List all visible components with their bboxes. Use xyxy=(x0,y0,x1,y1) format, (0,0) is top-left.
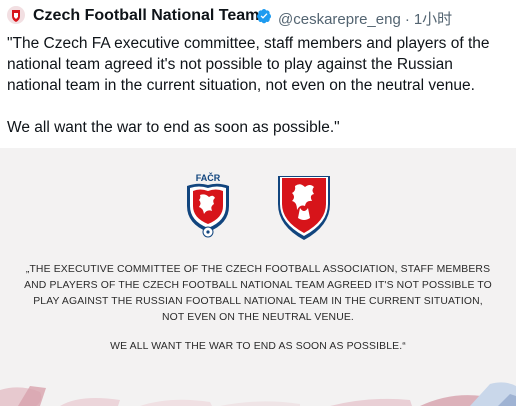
handle-and-time: @ceskarepre_eng · 1小时 xyxy=(278,8,452,29)
facr-logo-text: FAČR xyxy=(196,172,221,183)
statement-closing: WE ALL WANT THE WAR TO END AS SOON AS PO… xyxy=(110,341,406,352)
handle[interactable]: @ceskarepre_eng xyxy=(278,11,401,28)
timestamp[interactable]: 1小时 xyxy=(414,11,452,28)
tweet-text: "The Czech FA executive committee, staff… xyxy=(7,33,507,138)
tweet-text-paragraph: We all want the war to end as soon as po… xyxy=(7,119,340,136)
verified-badge-icon xyxy=(257,9,271,24)
national-team-crest-icon xyxy=(278,176,330,240)
lion-crest-icon xyxy=(12,10,20,22)
statement-line: NOT EVEN ON THE NEUTRAL VENUE. xyxy=(162,312,354,323)
avatar[interactable] xyxy=(7,6,25,24)
statement-line: AND PLAYERS OF THE CZECH FOOTBALL NATION… xyxy=(24,280,492,291)
decorative-brush-strokes xyxy=(0,382,516,406)
display-name[interactable]: Czech Football National Team xyxy=(33,7,259,25)
separator: · xyxy=(404,11,410,28)
statement-line: PLAY AGAINST THE RUSSIAN FOOTBALL NATION… xyxy=(33,296,483,307)
tweet-header: Czech Football National Team @ceskarepre… xyxy=(0,0,516,30)
statement-line: „THE EXECUTIVE COMMITTEE OF THE CZECH FO… xyxy=(25,264,491,275)
tweet-media-image[interactable]: FAČR „THE EXECUTIVE COMMITTEE OF THE CZE… xyxy=(0,148,516,406)
tweet-text-paragraph: "The Czech FA executive committee, staff… xyxy=(7,35,490,94)
statement-text: „THE EXECUTIVE COMMITTEE OF THE CZECH FO… xyxy=(0,262,516,326)
facr-crest-icon: FAČR xyxy=(187,172,229,238)
